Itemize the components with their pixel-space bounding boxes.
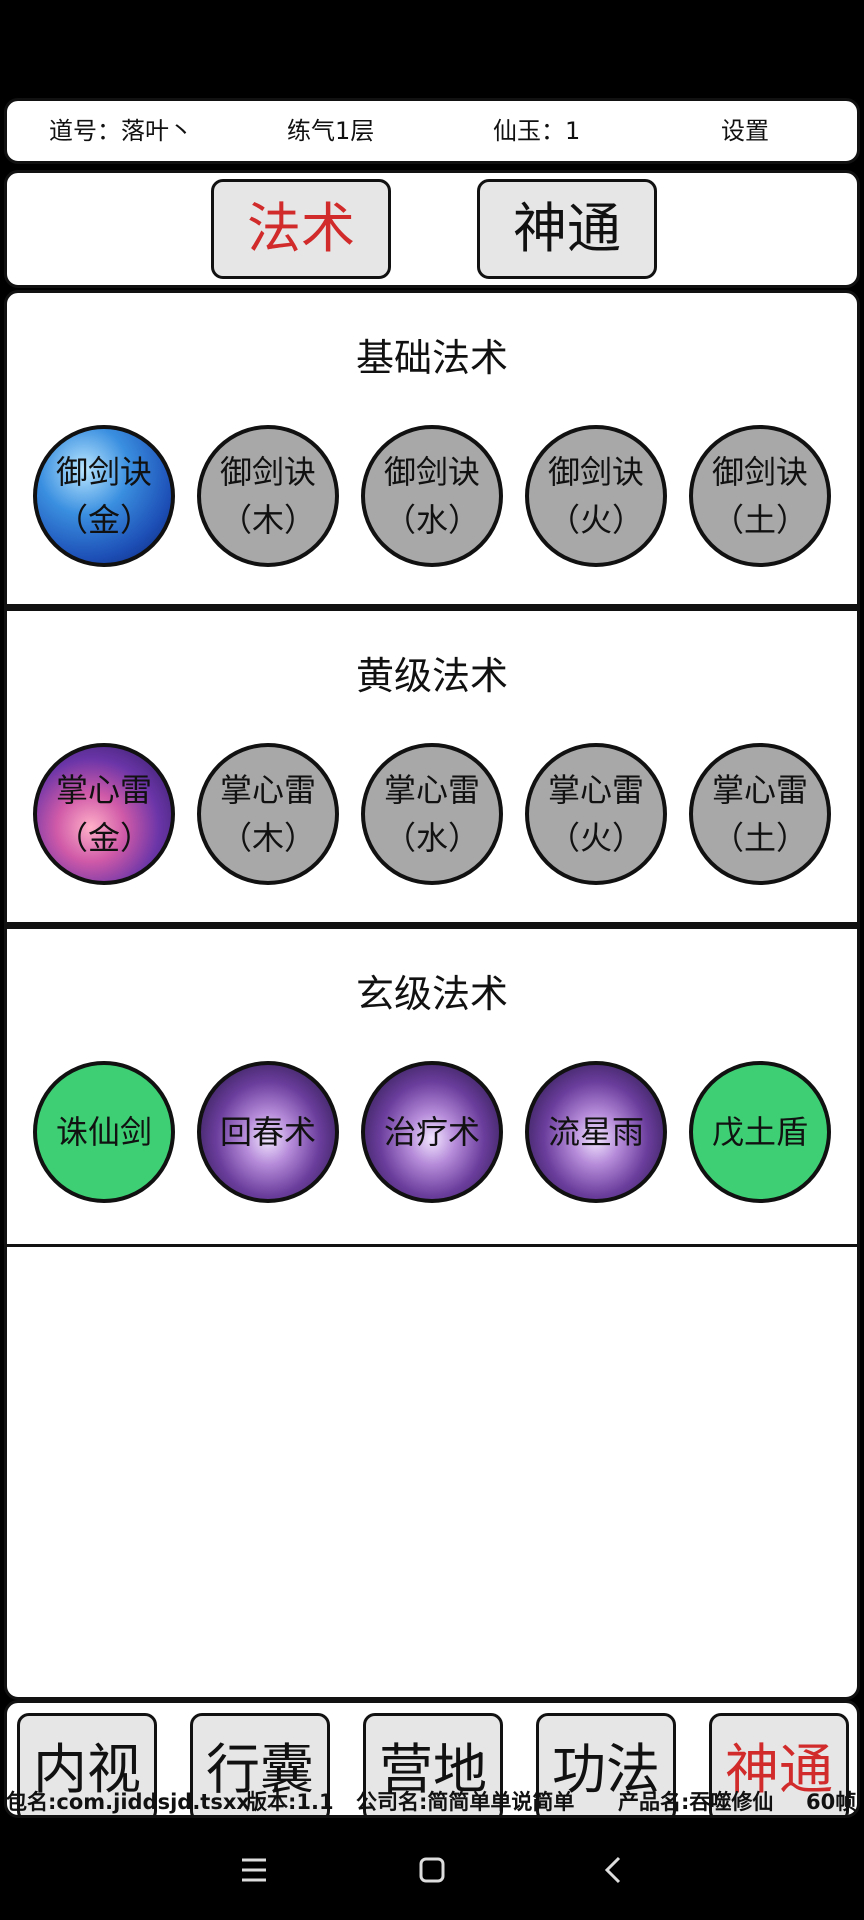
spell-zhangxinlei-mu[interactable]: 掌心雷 （木） (197, 743, 339, 885)
section-xuan: 玄级法术 诛仙剑 回春术 治疗术 流星雨 戊土盾 (7, 929, 857, 1247)
spell-yujianjue-jin[interactable]: 御剑诀 （金） (33, 425, 175, 567)
spell-name: 掌心雷 (711, 771, 808, 809)
tab-bar: 法术 神通 (4, 170, 860, 288)
xianyu-count: 仙玉：1 (493, 117, 581, 145)
home-icon[interactable] (412, 1850, 452, 1890)
version-label: 版本:1.1 (246, 1790, 334, 1814)
spell-element: （木） (219, 819, 316, 857)
spell-list: 基础法术 御剑诀 （金） 御剑诀 （木） 御剑诀 （水） 御剑诀 （火） 御剑诀… (4, 290, 860, 1700)
spell-name: 掌心雷 (547, 771, 644, 809)
back-icon[interactable] (594, 1850, 634, 1890)
spell-element: （水） (383, 819, 480, 857)
system-nav-bar (0, 1820, 864, 1920)
app-info-footer: 包名:com.jiddsjd.tsxx 版本:1.1 公司名:简简单单说简单 产… (6, 1784, 858, 1820)
section-title: 黄级法术 (355, 654, 508, 698)
cultivation-realm: 练气1层 (287, 117, 375, 145)
spell-element: （火） (547, 819, 644, 857)
spell-name: 掌心雷 (55, 771, 152, 809)
dao-name: 道号：落叶丶 (49, 117, 193, 145)
spell-element: （土） (711, 819, 808, 857)
spell-name: 御剑诀 (219, 453, 316, 491)
spell-liuxingyu[interactable]: 流星雨 (525, 1061, 667, 1203)
spell-element: （金） (55, 501, 152, 539)
section-basic: 基础法术 御剑诀 （金） 御剑诀 （木） 御剑诀 （水） 御剑诀 （火） 御剑诀… (7, 293, 857, 611)
spell-zhuxianjian[interactable]: 诛仙剑 (33, 1061, 175, 1203)
tab-fashu[interactable]: 法术 (211, 179, 391, 279)
section-title: 基础法术 (355, 336, 508, 380)
spell-yujianjue-shui[interactable]: 御剑诀 （水） (361, 425, 503, 567)
spell-huichunshu[interactable]: 回春术 (197, 1061, 339, 1203)
spell-name: 御剑诀 (711, 453, 808, 491)
spell-element: （水） (383, 501, 480, 539)
spell-zhiliaoshu[interactable]: 治疗术 (361, 1061, 503, 1203)
spell-name: 治疗术 (383, 1113, 480, 1151)
spell-name: 回春术 (219, 1113, 316, 1151)
spell-yujianjue-mu[interactable]: 御剑诀 （木） (197, 425, 339, 567)
spell-zhangxinlei-tu[interactable]: 掌心雷 （土） (689, 743, 831, 885)
tab-shentong[interactable]: 神通 (477, 179, 657, 279)
settings-button[interactable]: 设置 (721, 101, 769, 161)
spell-yujianjue-huo[interactable]: 御剑诀 （火） (525, 425, 667, 567)
spell-name: 诛仙剑 (55, 1113, 152, 1151)
spell-element: （木） (219, 501, 316, 539)
spell-zhangxinlei-huo[interactable]: 掌心雷 （火） (525, 743, 667, 885)
spell-element: （土） (711, 501, 808, 539)
package-name: 包名:com.jiddsjd.tsxx (6, 1790, 250, 1814)
fps-label: 60帧 (806, 1790, 857, 1814)
spell-wutudun[interactable]: 戊土盾 (689, 1061, 831, 1203)
section-huang: 黄级法术 掌心雷 （金） 掌心雷 （木） 掌心雷 （水） 掌心雷 （火） 掌心雷… (7, 611, 857, 929)
spell-element: （金） (55, 819, 152, 857)
spell-name: 御剑诀 (55, 453, 152, 491)
status-bar: 道号：落叶丶 练气1层 仙玉：1 设置 (4, 98, 860, 164)
spell-name: 御剑诀 (383, 453, 480, 491)
menu-icon[interactable] (234, 1850, 274, 1890)
spell-yujianjue-tu[interactable]: 御剑诀 （土） (689, 425, 831, 567)
spell-name: 戊土盾 (711, 1113, 808, 1151)
spell-name: 御剑诀 (547, 453, 644, 491)
product-name: 产品名:吞噬修仙 (618, 1790, 774, 1814)
spell-name: 流星雨 (547, 1113, 644, 1151)
spell-name: 掌心雷 (383, 771, 480, 809)
spell-element: （火） (547, 501, 644, 539)
spell-name: 掌心雷 (219, 771, 316, 809)
spell-zhangxinlei-jin[interactable]: 掌心雷 （金） (33, 743, 175, 885)
company-name: 公司名:简简单单说简单 (356, 1790, 575, 1814)
section-title: 玄级法术 (355, 972, 508, 1016)
spell-zhangxinlei-shui[interactable]: 掌心雷 （水） (361, 743, 503, 885)
